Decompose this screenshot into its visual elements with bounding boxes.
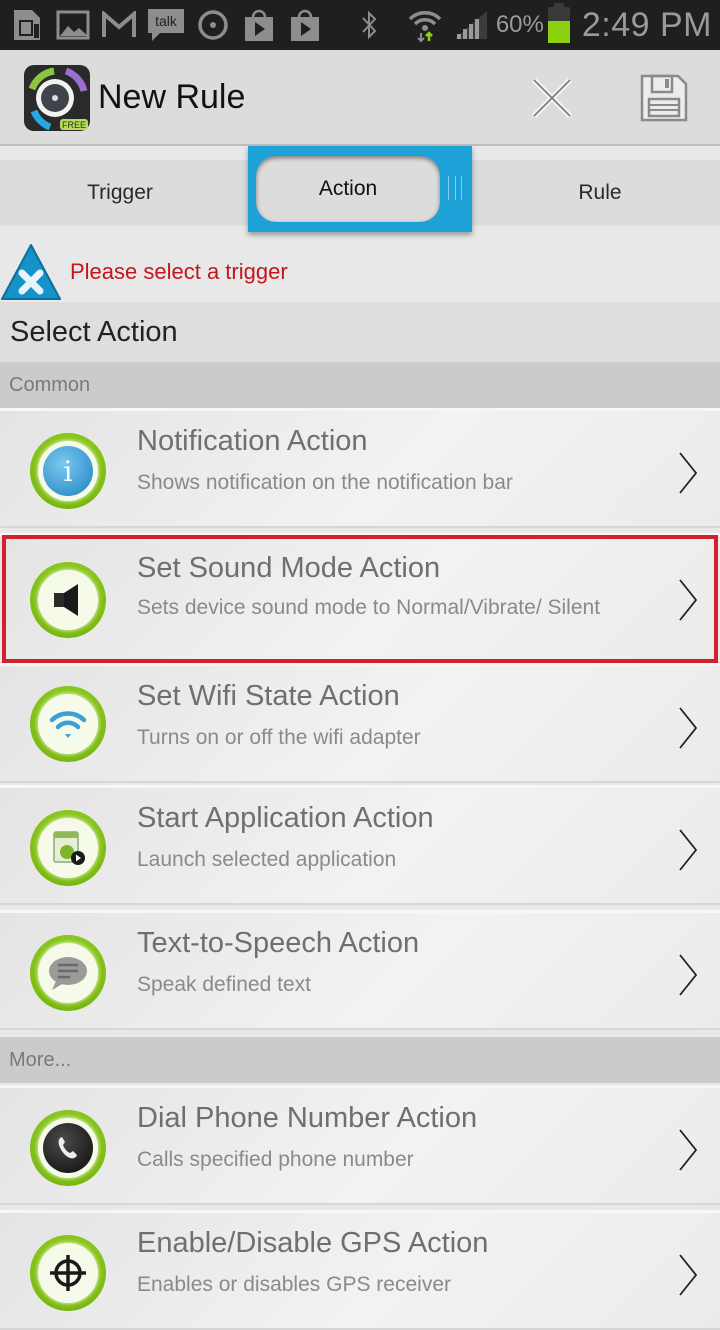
phone-icon — [30, 1110, 106, 1186]
item-title: Notification Action — [137, 425, 368, 457]
svg-text:FREE: FREE — [62, 120, 86, 130]
gmail-icon — [100, 8, 138, 42]
list-item-notification-action[interactable]: i Notification Action Shows notification… — [0, 408, 720, 528]
chevron-right-icon — [679, 579, 698, 621]
select-action-header: Select Action — [0, 302, 720, 362]
tab-rule[interactable]: Rule — [480, 160, 720, 226]
music-icon — [194, 8, 232, 42]
section-heading: Select Action — [10, 316, 178, 348]
list-item-set-sound-mode-action[interactable]: Set Sound Mode Action Sets device sound … — [0, 533, 720, 663]
list-item-dial-phone-number-action[interactable]: Dial Phone Number Action Calls specified… — [0, 1085, 720, 1205]
error-triangle-icon — [1, 244, 61, 300]
speech-bubble-icon — [30, 935, 106, 1011]
section-label: Common — [9, 374, 91, 396]
chevron-right-icon — [679, 1129, 698, 1171]
app-launch-icon — [30, 810, 106, 886]
play-store-icon — [286, 8, 324, 42]
gps-crosshair-icon — [30, 1235, 106, 1311]
list-item-set-wifi-state-action[interactable]: Set Wifi State Action Turns on or off th… — [0, 663, 720, 783]
wifi-icon — [30, 686, 106, 762]
section-header-common: Common — [0, 362, 720, 408]
wifi-status-icon — [406, 8, 444, 43]
warning-text: Please select a trigger — [70, 259, 288, 284]
list-item-text-to-speech-action[interactable]: Text-to-Speech Action Speak defined text — [0, 910, 720, 1030]
item-title: Start Application Action — [137, 802, 434, 834]
info-icon: i — [30, 433, 106, 509]
sim-card-icon — [8, 8, 46, 42]
status-bar: talk 60% 2:49 PM — [0, 0, 720, 50]
tab-action[interactable]: Action — [248, 146, 472, 232]
chevron-right-icon — [679, 829, 698, 871]
chevron-right-icon — [679, 452, 698, 494]
speaker-icon — [30, 562, 106, 638]
talk-icon: talk — [146, 8, 186, 42]
close-button[interactable] — [524, 70, 580, 126]
section-label: More... — [9, 1049, 72, 1071]
item-subtitle: Turns on or off the wifi adapter — [137, 726, 421, 749]
svg-text:talk: talk — [155, 13, 178, 29]
tab-label: Rule — [578, 181, 622, 204]
signal-icon — [452, 8, 490, 42]
action-bar: FREE New Rule — [0, 50, 720, 146]
item-subtitle: Sets device sound mode to Normal/Vibrate… — [137, 596, 601, 619]
drag-grip-icon — [448, 176, 462, 200]
gallery-icon — [54, 8, 92, 42]
play-store-icon — [240, 8, 278, 42]
battery-percent: 60% — [495, 11, 544, 38]
list-item-start-application-action[interactable]: Start Application Action Launch selected… — [0, 785, 720, 905]
item-subtitle: Calls specified phone number — [137, 1148, 414, 1171]
save-icon — [640, 74, 688, 122]
item-subtitle: Enables or disables GPS receiver — [137, 1273, 451, 1296]
item-subtitle: Shows notification on the notification b… — [137, 471, 513, 494]
tab-trigger[interactable]: Trigger — [0, 160, 240, 226]
item-subtitle: Speak defined text — [137, 973, 311, 996]
chevron-right-icon — [679, 707, 698, 749]
section-header-more: More... — [0, 1037, 720, 1083]
app-logo-icon[interactable]: FREE — [24, 65, 90, 131]
tab-label: Action — [318, 177, 378, 200]
tab-label: Trigger — [87, 181, 153, 204]
warning-banner: Please select a trigger — [0, 240, 720, 302]
save-button[interactable] — [636, 70, 692, 126]
item-subtitle: Launch selected application — [137, 848, 397, 871]
item-title: Enable/Disable GPS Action — [137, 1227, 489, 1259]
item-title: Dial Phone Number Action — [137, 1102, 478, 1134]
bluetooth-icon — [350, 8, 388, 42]
battery-icon — [547, 3, 570, 43]
item-title: Set Sound Mode Action — [137, 552, 441, 584]
list-item-enable-disable-gps-action[interactable]: Enable/Disable GPS Action Enables or dis… — [0, 1210, 720, 1330]
close-icon — [532, 78, 572, 118]
chevron-right-icon — [679, 1254, 698, 1296]
item-title: Text-to-Speech Action — [137, 927, 420, 959]
item-title: Set Wifi State Action — [137, 680, 400, 712]
clock: 2:49 PM — [581, 5, 712, 44]
chevron-right-icon — [679, 954, 698, 996]
page-title: New Rule — [98, 78, 246, 116]
